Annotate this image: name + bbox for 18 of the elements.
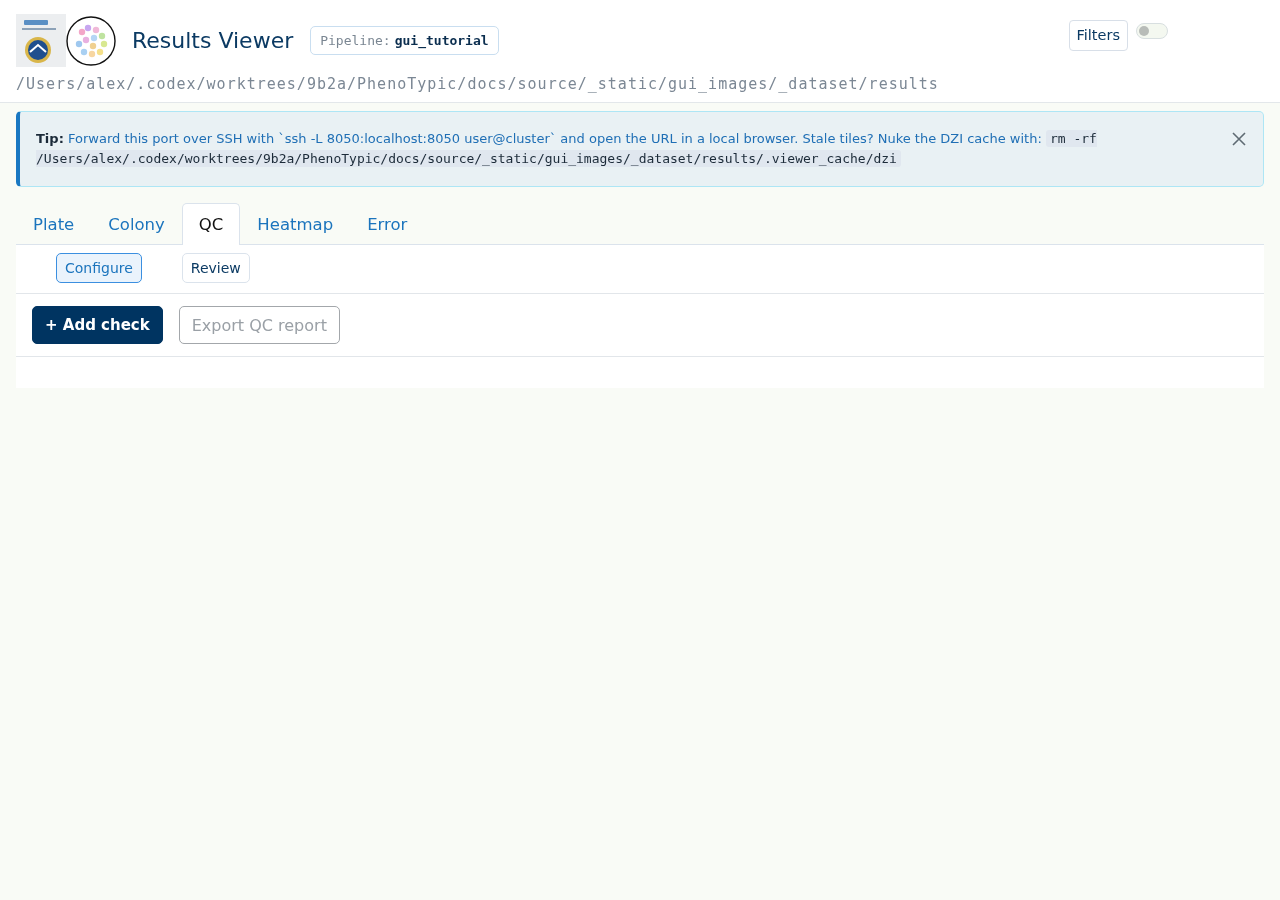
primary-button[interactable]: + Add check [32, 306, 163, 344]
app-title: Results Viewer [132, 26, 294, 55]
circle-logo-icon [66, 15, 116, 66]
close-icon[interactable] [1231, 131, 1247, 147]
toggle-switch[interactable] [1136, 22, 1168, 39]
tab[interactable]: Plate [16, 203, 92, 244]
sub-tab[interactable]: Review [181, 253, 250, 283]
tip-message: Tip: Forward this port over SSH with `ssh -L 8050:localhost:8050 user@cluster` and open the URL in a local browser. Stale tiles? Nuke the DZI cache with: rm -rf /Users/alex/.codex/worktrees/9b2a/PhenoTypic/docs/source/_static/gui_images/_dataset/results/.viewer_cache/dzi [36, 129, 1098, 169]
tab[interactable]: Error [350, 203, 425, 244]
tab[interactable]: Heatmap [240, 203, 351, 244]
filters-button[interactable]: Filters [1068, 19, 1128, 51]
results-path: /Users/alex/.codex/worktrees/9b2a/PhenoTypic/docs/source/_static/gui_images/_dataset/results [16, 75, 940, 93]
tab[interactable]: Colony [91, 203, 182, 244]
tab[interactable]: QC [181, 203, 241, 245]
sub-tab[interactable]: Configure [56, 253, 142, 283]
pipeline-value: gui_tutorial [394, 32, 489, 49]
logo-image [16, 14, 66, 67]
pipeline-label: Pipeline: [320, 32, 391, 49]
